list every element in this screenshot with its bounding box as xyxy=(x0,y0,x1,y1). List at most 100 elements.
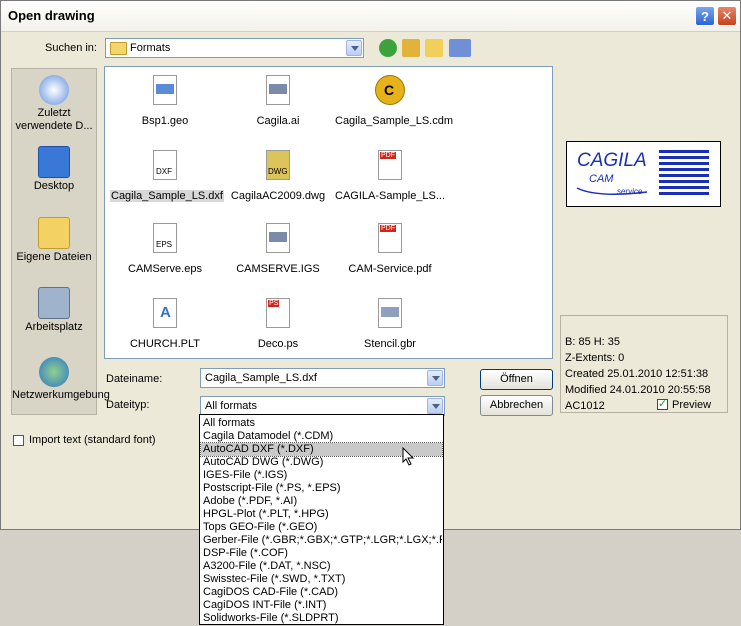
eps-badge: EPS xyxy=(156,240,173,249)
plt-file-icon: A xyxy=(153,298,177,328)
file-name: Cagila_Sample_LS.cdm xyxy=(335,115,454,127)
preview-checkbox[interactable] xyxy=(657,397,668,410)
folder-icon xyxy=(110,42,127,55)
chevron-down-icon[interactable] xyxy=(427,370,443,386)
place-label-recent: Zuletzt verwendete D... xyxy=(15,107,93,132)
file-item[interactable]: CAMSERVE.IGS xyxy=(223,223,333,275)
lookin-combo[interactable]: Formats xyxy=(105,38,364,58)
clock-icon xyxy=(39,75,69,105)
desktop-icon xyxy=(38,146,70,178)
filetype-option[interactable]: Solidworks-File (*.SLDPRT) xyxy=(201,612,442,624)
filetype-option[interactable]: All formats xyxy=(201,417,442,430)
gbr-file-icon xyxy=(378,298,402,328)
cagila-logo: CAGILA CAM service xyxy=(576,150,709,196)
preview-pane: CAGILA CAM service xyxy=(566,141,721,207)
filetype-combo[interactable]: All formats xyxy=(200,396,445,416)
logo-sub: CAM xyxy=(589,173,614,185)
igs-file-icon xyxy=(266,223,290,253)
file-list[interactable]: Bsp1.geo Cagila.ai C Cagila_Sample_LS.cd… xyxy=(104,66,553,359)
file-item[interactable]: PDF CAM-Service.pdf xyxy=(335,223,445,275)
ps-badge: PS xyxy=(268,300,280,307)
view-menu-icon[interactable] xyxy=(449,39,471,57)
plt-badge: A xyxy=(160,304,171,321)
file-item[interactable]: PS Deco.ps xyxy=(223,298,333,350)
eps-file-icon: EPS xyxy=(153,223,177,253)
pdf-badge: PDF xyxy=(380,225,396,232)
info-zextents: Z-Extents: 0 xyxy=(565,352,625,364)
close-button[interactable]: ✕ xyxy=(717,6,737,26)
import-text-label: Import text (standard font) xyxy=(29,434,156,446)
file-name: Deco.ps xyxy=(257,338,299,350)
file-item[interactable]: C Cagila_Sample_LS.cdm xyxy=(335,75,454,127)
documents-folder-icon xyxy=(38,217,70,249)
chevron-down-icon[interactable] xyxy=(346,40,362,56)
network-icon xyxy=(39,357,69,387)
dwg-badge: DWG xyxy=(268,167,288,176)
filetype-value: All formats xyxy=(205,400,257,412)
place-label-desktop: Desktop xyxy=(33,180,75,192)
chevron-down-icon[interactable] xyxy=(427,398,443,414)
place-computer[interactable]: Arbeitsplatz xyxy=(12,287,96,334)
preview-label: Preview xyxy=(672,399,712,411)
file-item[interactable]: DWG CagilaAC2009.dwg xyxy=(223,150,333,202)
file-name: CAM-Service.pdf xyxy=(348,263,432,275)
file-name: CAMServe.eps xyxy=(128,263,202,275)
filetype-option[interactable]: Adobe (*.PDF, *.AI) xyxy=(201,495,442,508)
pdf-file-icon: PDF xyxy=(378,150,402,180)
filetype-option[interactable]: CagiDOS INT-File (*.INT) xyxy=(201,599,442,612)
back-icon[interactable] xyxy=(379,39,397,57)
mouse-cursor-icon xyxy=(402,447,415,466)
filetype-option[interactable]: HPGL-Plot (*.PLT, *.HPG) xyxy=(201,508,442,521)
filetype-option[interactable]: Gerber-File (*.GBR;*.GBX;*.GTP;*.LGR;*.L… xyxy=(201,534,442,547)
filename-combo[interactable]: Cagila_Sample_LS.dxf xyxy=(200,368,445,388)
place-label-documents: Eigene Dateien xyxy=(16,251,92,263)
filetype-option[interactable]: DSP-File (*.COF) xyxy=(201,547,442,560)
file-item-selected[interactable]: DXF Cagila_Sample_LS.dxf xyxy=(110,150,224,202)
info-created: Created 25.01.2010 12:51:38 xyxy=(565,368,709,380)
place-label-computer: Arbeitsplatz xyxy=(25,321,83,333)
file-name: CAMSERVE.IGS xyxy=(236,263,320,275)
place-documents[interactable]: Eigene Dateien xyxy=(12,217,96,264)
help-button[interactable]: ? xyxy=(695,6,715,26)
filetype-option[interactable]: IGES-File (*.IGS) xyxy=(201,469,442,482)
file-name: Cagila_Sample_LS.dxf xyxy=(110,190,224,202)
ps-file-icon: PS xyxy=(266,298,290,328)
filetype-dropdown[interactable]: All formats Cagila Datamodel (*.CDM) Aut… xyxy=(199,414,444,625)
file-item[interactable]: PDF CAGILA-Sample_LS... xyxy=(335,150,445,202)
filetype-option[interactable]: Swisstec-File (*.SWD, *.TXT) xyxy=(201,573,442,586)
place-desktop[interactable]: Desktop xyxy=(12,146,96,193)
filetype-option[interactable]: CagiDOS CAD-File (*.CAD) xyxy=(201,586,442,599)
filetype-option[interactable]: A3200-File (*.DAT, *.NSC) xyxy=(201,560,442,573)
filetype-option[interactable]: Cagila Datamodel (*.CDM) xyxy=(201,430,442,443)
title-bar: Open drawing ? ✕ xyxy=(1,1,740,32)
place-label-network: Netzwerkumgebung xyxy=(12,389,110,401)
pdf-badge: PDF xyxy=(380,152,396,159)
dwg-file-icon: DWG xyxy=(266,150,290,180)
filetype-option[interactable]: Tops GEO-File (*.GEO) xyxy=(201,521,442,534)
file-item[interactable]: EPS CAMServe.eps xyxy=(110,223,220,275)
file-name: Cagila.ai xyxy=(256,115,300,127)
logo-text: CAGILA xyxy=(577,150,647,171)
file-item[interactable]: Stencil.gbr xyxy=(335,298,445,350)
file-name: Bsp1.geo xyxy=(141,115,189,127)
open-button[interactable]: Öffnen xyxy=(480,369,553,390)
pdf-file-icon: PDF xyxy=(378,223,402,253)
up-folder-icon[interactable] xyxy=(402,39,420,57)
info-modified: Modified 24.01.2010 20:55:58 xyxy=(565,384,711,396)
file-item[interactable]: Cagila.ai xyxy=(223,75,333,127)
dialog-title: Open drawing xyxy=(8,8,95,23)
file-name: Stencil.gbr xyxy=(364,338,416,350)
file-item[interactable]: Bsp1.geo xyxy=(110,75,220,127)
filetype-label: Dateityp: xyxy=(106,399,150,411)
place-network[interactable]: Netzwerkumgebung xyxy=(12,357,110,402)
cdm-file-icon: C xyxy=(375,75,405,105)
filetype-option[interactable]: Postscript-File (*.PS, *.EPS) xyxy=(201,482,442,495)
cancel-button[interactable]: Abbrechen xyxy=(480,395,553,416)
lookin-value: Formats xyxy=(130,42,171,54)
place-recent[interactable]: Zuletzt verwendete D... xyxy=(12,75,96,133)
file-item[interactable]: A CHURCH.PLT xyxy=(110,298,220,350)
new-folder-icon[interactable] xyxy=(425,39,443,57)
import-text-checkbox[interactable] xyxy=(13,435,24,446)
places-bar: Zuletzt verwendete D... Desktop Eigene D… xyxy=(11,68,110,415)
cdm-badge: C xyxy=(384,82,395,98)
